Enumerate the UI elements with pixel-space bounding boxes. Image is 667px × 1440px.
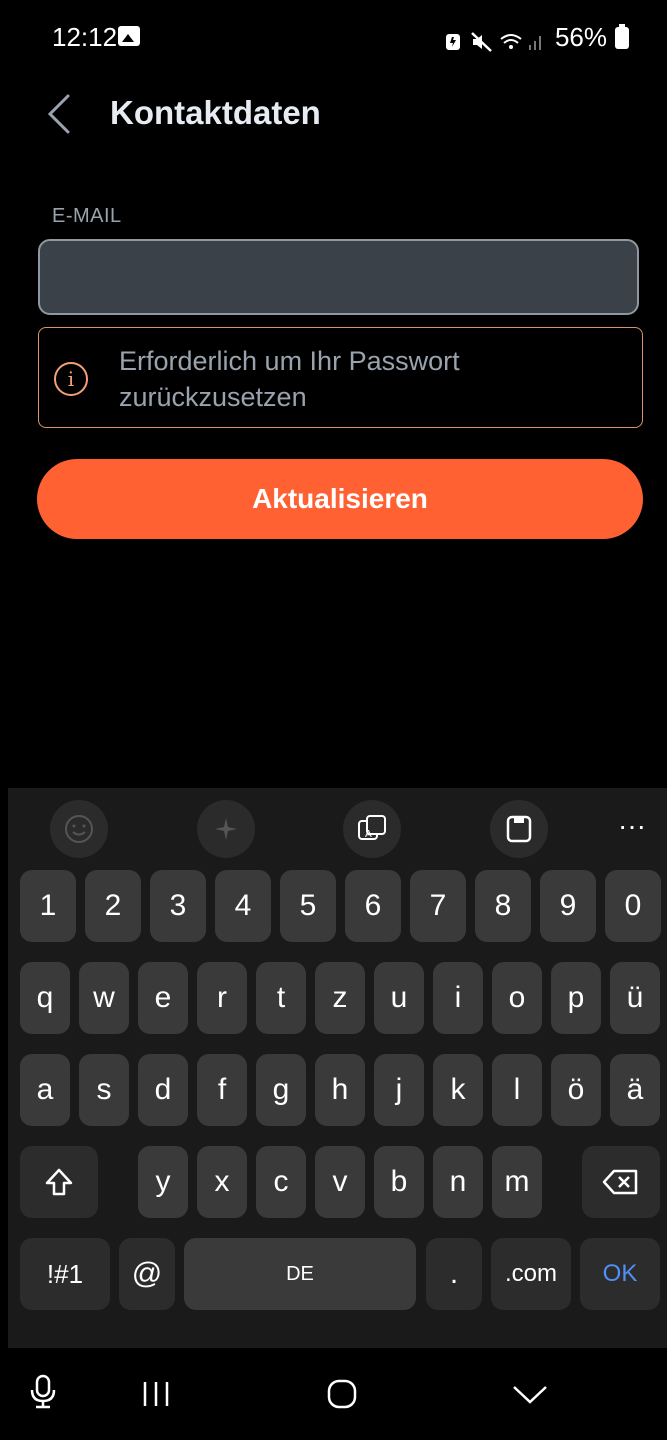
key-j[interactable]: j [374, 1054, 424, 1126]
email-field-container[interactable] [38, 239, 639, 315]
key-3[interactable]: 3 [150, 870, 206, 942]
key-r[interactable]: r [197, 962, 247, 1034]
email-label: E-MAIL [52, 205, 122, 227]
symbols-key[interactable]: !#1 [20, 1238, 110, 1310]
key-ae[interactable]: ä [610, 1054, 660, 1126]
signal-icon [527, 28, 547, 50]
key-m[interactable]: m [492, 1146, 542, 1218]
key-k[interactable]: k [433, 1054, 483, 1126]
keyboard-toolbar: A ··· [8, 788, 667, 870]
key-i[interactable]: i [433, 962, 483, 1034]
mute-icon [471, 28, 492, 52]
key-6[interactable]: 6 [345, 870, 401, 942]
gallery-notification-icon [118, 26, 140, 46]
shift-arrow-icon [45, 1168, 73, 1196]
key-4[interactable]: 4 [215, 870, 271, 942]
key-z[interactable]: z [315, 962, 365, 1034]
key-e[interactable]: e [138, 962, 188, 1034]
ai-sparkle-icon[interactable] [197, 800, 255, 858]
email-field[interactable] [40, 241, 637, 313]
translate-icon[interactable]: A [343, 800, 401, 858]
key-d[interactable]: d [138, 1054, 188, 1126]
key-5[interactable]: 5 [280, 870, 336, 942]
battery-saver-icon [443, 28, 463, 50]
key-s[interactable]: s [79, 1054, 129, 1126]
key-v[interactable]: v [315, 1146, 365, 1218]
backspace-icon [602, 1169, 638, 1195]
key-f[interactable]: f [197, 1054, 247, 1126]
update-button[interactable]: Aktualisieren [37, 459, 643, 539]
key-9[interactable]: 9 [540, 870, 596, 942]
battery-icon [615, 23, 629, 49]
key-b[interactable]: b [374, 1146, 424, 1218]
key-oe[interactable]: ö [551, 1054, 601, 1126]
key-c[interactable]: c [256, 1146, 306, 1218]
key-2[interactable]: 2 [85, 870, 141, 942]
key-x[interactable]: x [197, 1146, 247, 1218]
key-h[interactable]: h [315, 1054, 365, 1126]
key-0[interactable]: 0 [605, 870, 661, 942]
info-icon: i [54, 362, 88, 396]
key-ue[interactable]: ü [610, 962, 660, 1034]
shift-key[interactable] [20, 1146, 98, 1218]
key-l[interactable]: l [492, 1054, 542, 1126]
back-button[interactable] [40, 92, 80, 136]
more-options-icon[interactable]: ··· [618, 810, 646, 842]
key-n[interactable]: n [433, 1146, 483, 1218]
key-u[interactable]: u [374, 962, 424, 1034]
key-1[interactable]: 1 [20, 870, 76, 942]
status-time: 12:12 [52, 22, 118, 52]
hint-text: Erforderlich um Ihr Passwort zurückzuset… [119, 346, 460, 412]
ok-key[interactable]: OK [580, 1238, 660, 1310]
key-a[interactable]: a [20, 1054, 70, 1126]
status-bar: 12:12 56% [0, 0, 667, 72]
key-g[interactable]: g [256, 1054, 306, 1126]
clipboard-icon[interactable] [490, 800, 548, 858]
key-8[interactable]: 8 [475, 870, 531, 942]
key-y[interactable]: y [138, 1146, 188, 1218]
home-icon[interactable] [326, 1378, 358, 1415]
at-key[interactable]: @ [119, 1238, 175, 1310]
period-key[interactable]: . [426, 1238, 482, 1310]
key-w[interactable]: w [79, 962, 129, 1034]
key-7[interactable]: 7 [410, 870, 466, 942]
hide-keyboard-icon[interactable] [511, 1384, 549, 1411]
key-p[interactable]: p [551, 962, 601, 1034]
microphone-icon[interactable] [28, 1374, 58, 1415]
status-icons: 56% [443, 22, 629, 53]
keyboard: A ··· 1 2 3 4 5 6 7 8 9 0 q w e r t z u … [8, 788, 667, 1348]
chevron-left-icon [47, 94, 70, 134]
dotcom-key[interactable]: .com [491, 1238, 571, 1310]
info-hint-box: i Erforderlich um Ihr Passwort zurückzus… [38, 327, 643, 428]
backspace-key[interactable] [582, 1146, 660, 1218]
emoji-icon[interactable] [50, 800, 108, 858]
page-title: Kontaktdaten [110, 94, 321, 131]
key-q[interactable]: q [20, 962, 70, 1034]
battery-percent: 56% [554, 22, 607, 52]
svg-text:A: A [365, 829, 372, 840]
key-o[interactable]: o [492, 962, 542, 1034]
navigation-bar [0, 1348, 667, 1440]
wifi-icon [499, 28, 522, 49]
recent-apps-icon[interactable] [141, 1380, 173, 1413]
key-t[interactable]: t [256, 962, 306, 1034]
space-key[interactable]: DE [184, 1238, 416, 1310]
